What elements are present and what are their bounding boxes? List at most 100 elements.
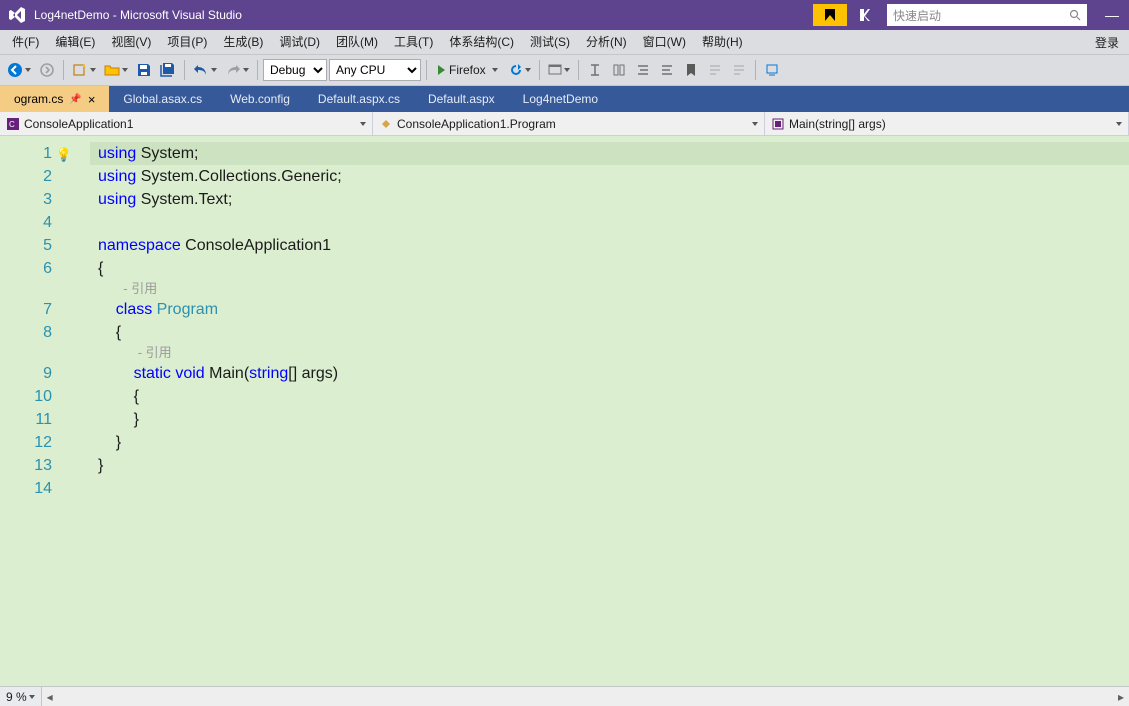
method-icon <box>771 117 785 131</box>
menu-build[interactable]: 生成(B) <box>215 30 271 54</box>
menu-edit[interactable]: 编辑(E) <box>47 30 103 54</box>
refresh-button[interactable] <box>506 59 534 81</box>
nav-scope-label: ConsoleApplication1 <box>24 117 133 131</box>
platform-select[interactable]: Any CPU <box>329 59 421 81</box>
code-line: { <box>98 257 1129 280</box>
menu-tools[interactable]: 工具(T) <box>386 30 441 54</box>
tab-log4netdemo[interactable]: Log4netDemo <box>509 86 612 112</box>
save-button[interactable] <box>133 59 155 81</box>
step-over-button[interactable] <box>608 59 630 81</box>
open-file-button[interactable] <box>101 59 131 81</box>
line-number: 3 <box>0 188 52 211</box>
code-line: } <box>98 431 1129 454</box>
code-line: namespace ConsoleApplication1 <box>98 234 1129 257</box>
menu-architecture[interactable]: 体系结构(C) <box>441 30 522 54</box>
code-line: using System.Collections.Generic; <box>98 165 1129 188</box>
tab-global-asax[interactable]: Global.asax.cs <box>109 86 216 112</box>
step-into-button[interactable] <box>584 59 606 81</box>
zoom-select[interactable]: 9 % <box>0 687 42 706</box>
pin-icon[interactable]: 📌 <box>69 94 81 105</box>
browser-link-button[interactable] <box>545 59 573 81</box>
notifications-icon[interactable] <box>851 8 879 22</box>
minimize-button[interactable]: — <box>1095 7 1129 23</box>
indent-right-button[interactable] <box>656 59 678 81</box>
save-all-button[interactable] <box>157 59 179 81</box>
line-number: 4 <box>0 211 52 234</box>
code-nav-bar: C ConsoleApplication1 ConsoleApplication… <box>0 112 1129 136</box>
nav-back-button[interactable] <box>4 59 34 81</box>
line-number: 6 <box>0 257 52 280</box>
code-line: static void Main(string[] args) <box>98 362 1129 385</box>
line-number: 14 <box>0 477 52 500</box>
quick-launch-input[interactable]: 快速启动 <box>887 4 1087 26</box>
scroll-right-icon[interactable]: ▸ <box>1113 687 1129 706</box>
svg-text:C: C <box>9 120 15 129</box>
sign-in-link[interactable]: 登录 <box>1089 34 1125 51</box>
line-number: 11 <box>0 408 52 431</box>
indent-left-button[interactable] <box>632 59 654 81</box>
code-line: { <box>98 385 1129 408</box>
menu-debug[interactable]: 调试(D) <box>271 30 328 54</box>
zoom-value: 9 % <box>6 690 27 704</box>
scroll-left-icon[interactable]: ◂ <box>42 687 58 706</box>
class-icon <box>379 117 393 131</box>
menu-help[interactable]: 帮助(H) <box>694 30 751 54</box>
find-button[interactable] <box>761 59 783 81</box>
nav-type-select[interactable]: ConsoleApplication1.Program <box>373 112 765 135</box>
code-line <box>98 211 1129 234</box>
nav-scope-select[interactable]: C ConsoleApplication1 <box>0 112 373 135</box>
nav-forward-button[interactable] <box>36 59 58 81</box>
nav-member-select[interactable]: Main(string[] args) <box>765 112 1129 135</box>
tab-label: Default.aspx.cs <box>318 92 400 106</box>
bookmark-button[interactable] <box>680 59 702 81</box>
menu-project[interactable]: 项目(P) <box>159 30 215 54</box>
tab-label: Default.aspx <box>428 92 495 106</box>
menu-analyze[interactable]: 分析(N) <box>578 30 635 54</box>
config-select[interactable]: Debug <box>263 59 327 81</box>
code-line: } <box>98 454 1129 477</box>
line-number: 12 <box>0 431 52 454</box>
code-line: class Program <box>98 298 1129 321</box>
feedback-icon[interactable] <box>813 4 847 26</box>
browser-label: Firefox <box>449 63 486 77</box>
comment-button[interactable] <box>704 59 726 81</box>
menu-window[interactable]: 窗口(W) <box>635 30 694 54</box>
line-number: 9 <box>0 362 52 385</box>
code-area[interactable]: using System; using System.Collections.G… <box>90 136 1129 686</box>
nav-member-label: Main(string[] args) <box>789 117 886 131</box>
tab-web-config[interactable]: Web.config <box>216 86 304 112</box>
tab-default-aspx[interactable]: Default.aspx <box>414 86 509 112</box>
menu-test[interactable]: 测试(S) <box>522 30 578 54</box>
menu-view[interactable]: 视图(V) <box>103 30 159 54</box>
close-icon[interactable]: × <box>88 92 96 107</box>
undo-button[interactable] <box>190 59 220 81</box>
new-project-button[interactable] <box>69 59 99 81</box>
line-number: 10 <box>0 385 52 408</box>
editor-footer: 9 % ◂ ▸ <box>0 686 1129 706</box>
code-line: using System; <box>90 142 1129 165</box>
codelens-references[interactable]: - 引用 <box>98 280 1129 298</box>
tab-program-cs[interactable]: ogram.cs 📌 × <box>0 86 109 112</box>
code-line: { <box>98 321 1129 344</box>
tab-label: Web.config <box>230 92 290 106</box>
csharp-project-icon: C <box>6 117 20 131</box>
menu-file[interactable]: 件(F) <box>4 30 47 54</box>
code-line: using System.Text; <box>98 188 1129 211</box>
menu-bar: 件(F) 编辑(E) 视图(V) 项目(P) 生成(B) 调试(D) 团队(M)… <box>0 30 1129 54</box>
menu-team[interactable]: 团队(M) <box>328 30 386 54</box>
line-number: 1 <box>0 142 52 165</box>
horizontal-scrollbar[interactable]: ◂ ▸ <box>42 687 1129 706</box>
line-number-gutter: 1 2 3 4 5 6 7 8 9 10 11 12 13 14 <box>0 136 60 686</box>
redo-button[interactable] <box>222 59 252 81</box>
line-number: 7 <box>0 298 52 321</box>
codelens-references[interactable]: - 引用 <box>98 344 1129 362</box>
start-debug-button[interactable]: Firefox <box>432 59 504 81</box>
tab-default-aspx-cs[interactable]: Default.aspx.cs <box>304 86 414 112</box>
vs-logo-icon <box>0 6 34 24</box>
title-bar: Log4netDemo - Microsoft Visual Studio 快速… <box>0 0 1129 30</box>
quick-launch-placeholder: 快速启动 <box>893 7 1069 24</box>
play-icon <box>438 65 445 75</box>
uncomment-button[interactable] <box>728 59 750 81</box>
code-editor[interactable]: 1 2 3 4 5 6 7 8 9 10 11 12 13 14 using S… <box>0 136 1129 686</box>
line-number: 5 <box>0 234 52 257</box>
